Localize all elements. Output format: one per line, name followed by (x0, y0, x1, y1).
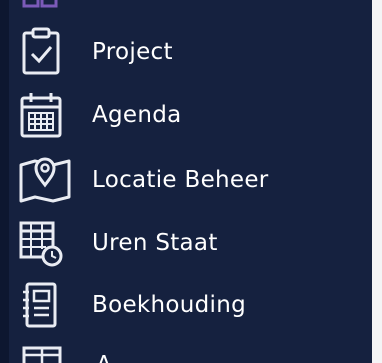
menu-item-label: Agenda (92, 102, 182, 128)
sidebar-edge (0, 0, 9, 363)
sidebar-menu: Project Agenda Locatie Beheer Uren Staat… (0, 0, 372, 363)
menu-item-partial-bottom[interactable]: A (22, 346, 372, 363)
menu-item-agenda[interactable]: Agenda (18, 89, 358, 141)
clipboard-check-icon (18, 27, 72, 77)
map-pin-icon (18, 155, 72, 205)
menu-item-label: Project (92, 39, 173, 65)
menu-item-uren-staat[interactable]: Uren Staat (18, 217, 358, 269)
menu-item-boekhouding[interactable]: Boekhouding (18, 279, 358, 331)
menu-item-label: Uren Staat (92, 230, 218, 256)
timesheet-clock-icon (18, 218, 72, 268)
table-icon (22, 346, 62, 363)
menu-item-label: Boekhouding (92, 292, 247, 318)
partial-menu-icon-top[interactable] (22, 0, 58, 10)
menu-item-label: A (96, 352, 112, 363)
content-area-edge (372, 0, 382, 363)
menu-item-project[interactable]: Project (18, 26, 358, 78)
menu-item-locatie-beheer[interactable]: Locatie Beheer (18, 154, 358, 206)
menu-item-label: Locatie Beheer (92, 167, 269, 193)
calendar-icon (18, 90, 72, 140)
ledger-book-icon (18, 280, 72, 330)
